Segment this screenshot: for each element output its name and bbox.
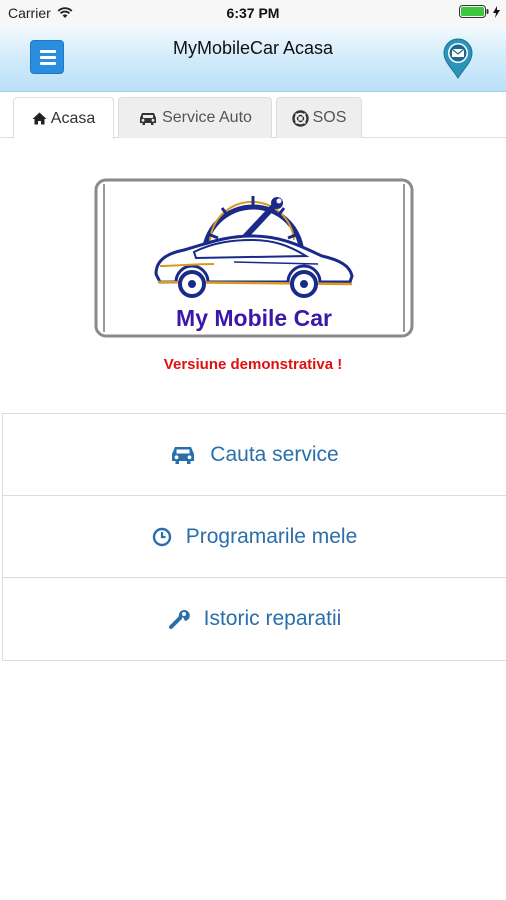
hamburger-icon-line xyxy=(40,62,56,65)
status-time: 6:37 PM xyxy=(226,5,280,21)
home-menu-list: Cauta service Programarile mele Istoric … xyxy=(2,413,506,661)
tab-label: SOS xyxy=(312,109,347,126)
menu-item-cauta-service[interactable]: Cauta service xyxy=(3,414,506,496)
status-right xyxy=(459,5,500,18)
map-pin-mail-icon[interactable] xyxy=(442,38,474,80)
tab-label: Acasa xyxy=(50,109,96,127)
menu-item-label: Istoric reparatii xyxy=(203,607,342,630)
tab-sos[interactable]: SOS xyxy=(276,97,362,138)
page-title: MyMobileCar Acasa xyxy=(172,38,334,58)
home-icon xyxy=(32,112,47,125)
logo-text: My Mobile Car xyxy=(176,305,332,331)
demo-notice: Versiune demonstrativa ! xyxy=(163,356,343,373)
menu-item-istoric-reparatii[interactable]: Istoric reparatii xyxy=(3,578,506,660)
menu-item-label: Programarile mele xyxy=(185,524,358,548)
lifebuoy-icon xyxy=(291,109,309,127)
menu-item-label: Cauta service xyxy=(210,442,339,466)
app-header: MyMobileCar Acasa xyxy=(0,26,506,92)
wrench-icon xyxy=(168,608,190,630)
charging-icon xyxy=(493,5,500,18)
app-logo: My Mobile Car xyxy=(94,178,414,338)
tab-service-auto[interactable]: Service Auto xyxy=(118,97,272,138)
tab-label: Service Auto xyxy=(162,109,252,126)
status-bar: Carrier 6:37 PM xyxy=(0,0,506,26)
car-icon xyxy=(140,112,157,125)
tab-bar: Acasa Service Auto SOS xyxy=(0,92,506,139)
clock-icon xyxy=(152,527,172,547)
car-icon xyxy=(170,445,196,465)
battery-icon xyxy=(459,5,489,18)
menu-item-programarile-mele[interactable]: Programarile mele xyxy=(3,496,506,578)
tab-acasa[interactable]: Acasa xyxy=(13,97,114,139)
